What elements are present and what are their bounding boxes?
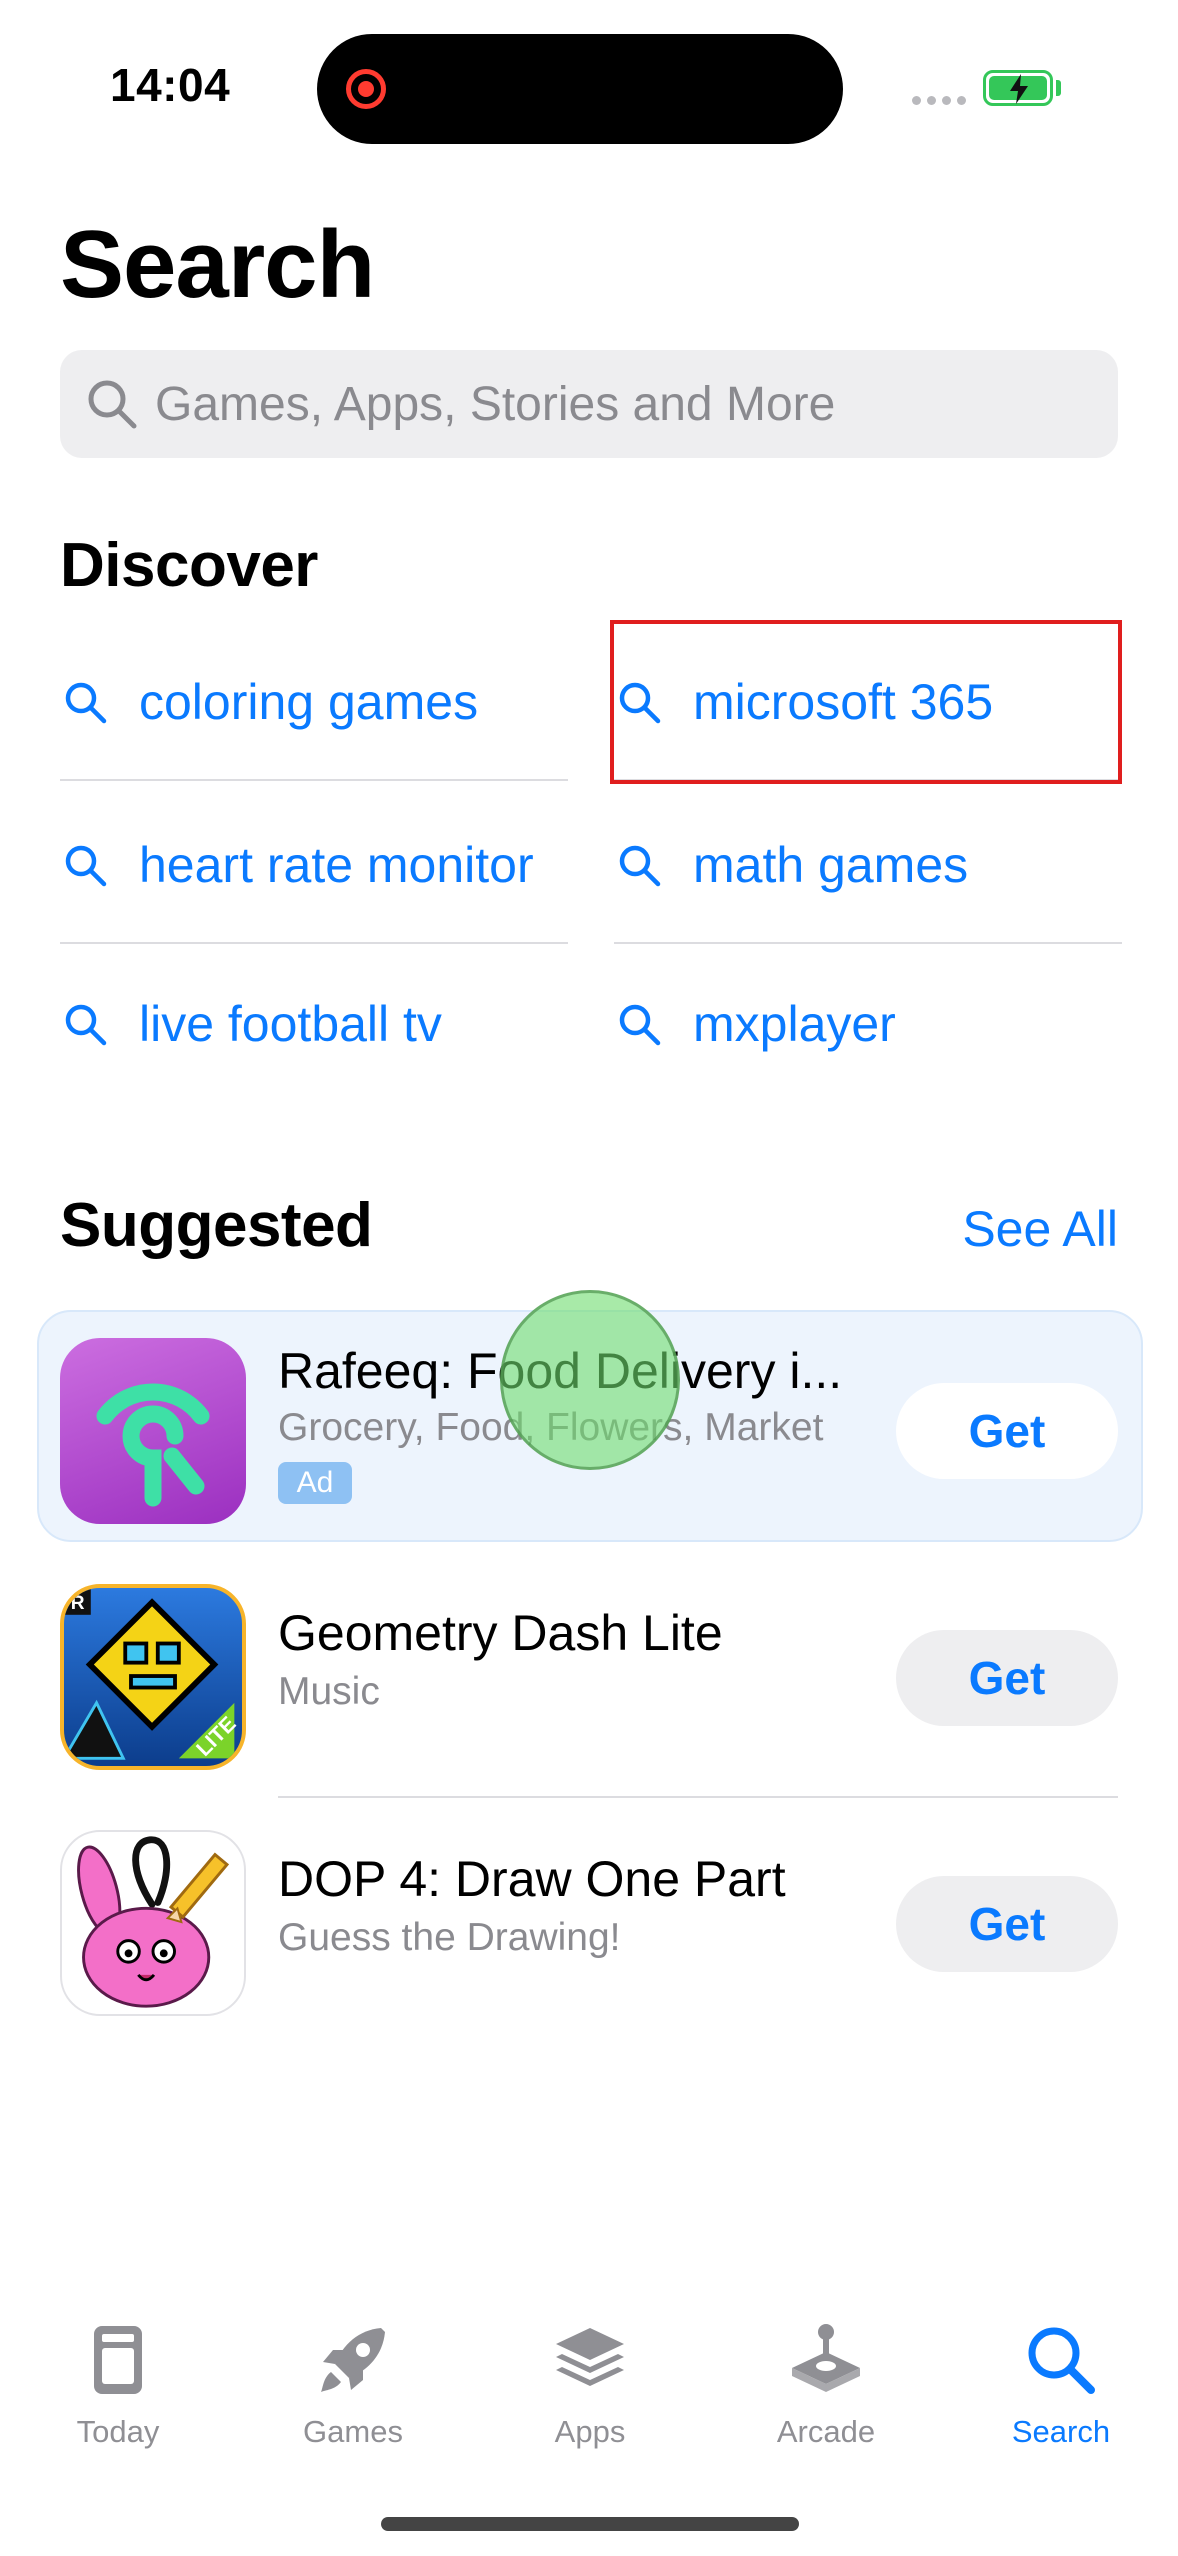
tab-label: Apps: [554, 2414, 626, 2449]
app-name: Geometry Dash Lite: [278, 1605, 723, 1661]
search-field[interactable]: [60, 350, 1118, 458]
battery-icon: [983, 70, 1053, 106]
search-icon: [65, 845, 107, 887]
search-icon: [88, 380, 137, 429]
tab-label: Search: [1011, 2414, 1111, 2449]
get-button[interactable]: Get: [896, 1383, 1118, 1479]
layers-icon: [556, 2328, 624, 2386]
ad-badge: Ad: [278, 1462, 352, 1504]
discover-item-label: mxplayer: [693, 996, 896, 1052]
status-bar: 14:04: [0, 0, 1178, 170]
get-button[interactable]: Get: [896, 1630, 1118, 1726]
rocket-icon: [321, 2328, 385, 2392]
discover-item-label: live football tv: [139, 996, 442, 1052]
tab-arcade[interactable]: Arcade: [726, 2322, 926, 2472]
tab-label: Games: [303, 2414, 403, 2449]
status-time: 14:04: [110, 59, 231, 111]
app-subtitle: Guess the Drawing!: [278, 1916, 621, 1959]
page-title: Search: [60, 211, 375, 318]
discover-item-label: heart rate monitor: [139, 837, 534, 893]
rafeeq-app-icon: [60, 1338, 246, 1524]
search-icon: [619, 1004, 661, 1046]
dop4-app-icon: [60, 1830, 246, 2016]
discover-item-label: math games: [693, 837, 969, 893]
discover-item-live-football-tv[interactable]: live football tv: [60, 945, 568, 1103]
search-icon: [619, 682, 661, 724]
app-row-dop-4[interactable]: DOP 4: Draw One Part Guess the Drawing! …: [60, 1830, 1118, 2030]
home-indicator[interactable]: [381, 2517, 799, 2531]
suggested-title: Suggested: [60, 1191, 373, 1260]
svg-text:R: R: [71, 1593, 85, 1614]
discover-item-math-games[interactable]: math games: [614, 786, 1122, 944]
today-icon: [94, 2326, 142, 2394]
app-row-geometry-dash-lite[interactable]: R LITE Geometry Dash Lite Music Get: [60, 1584, 1118, 1784]
row-divider: [278, 1796, 1118, 1798]
geometry-dash-app-icon: R LITE: [60, 1584, 246, 1770]
app-name: DOP 4: Draw One Part: [278, 1851, 786, 1907]
tab-label: Arcade: [776, 2414, 876, 2449]
discover-item-mxplayer[interactable]: mxplayer: [614, 945, 1122, 1103]
discover-item-coloring-games[interactable]: coloring games: [60, 623, 568, 781]
search-icon: [65, 1004, 107, 1046]
joystick-icon: [792, 2324, 860, 2392]
touch-indicator: [500, 1290, 680, 1470]
tab-label: Today: [76, 2414, 160, 2449]
discover-title: Discover: [60, 531, 318, 600]
get-button[interactable]: Get: [896, 1876, 1118, 1972]
search-input[interactable]: [155, 350, 1055, 458]
cellular-signal-icon: [912, 96, 966, 105]
dynamic-island: [317, 34, 843, 144]
app-subtitle: Music: [278, 1670, 380, 1713]
tab-apps[interactable]: Apps: [490, 2322, 690, 2472]
tab-search[interactable]: Search: [961, 2322, 1161, 2472]
tab-today[interactable]: Today: [18, 2322, 218, 2472]
discover-item-heart-rate-monitor[interactable]: heart rate monitor: [60, 786, 568, 944]
tab-games[interactable]: Games: [253, 2322, 453, 2472]
search-icon: [65, 682, 107, 724]
recording-indicator-icon: [346, 69, 386, 109]
discover-item-label: coloring games: [139, 674, 479, 730]
discover-item-microsoft-365[interactable]: microsoft 365: [614, 623, 1122, 781]
search-icon: [619, 845, 661, 887]
search-icon: [1028, 2327, 1095, 2394]
discover-item-label: microsoft 365: [693, 674, 994, 730]
battery-cap: [1056, 80, 1061, 96]
see-all-link[interactable]: See All: [962, 1200, 1118, 1258]
